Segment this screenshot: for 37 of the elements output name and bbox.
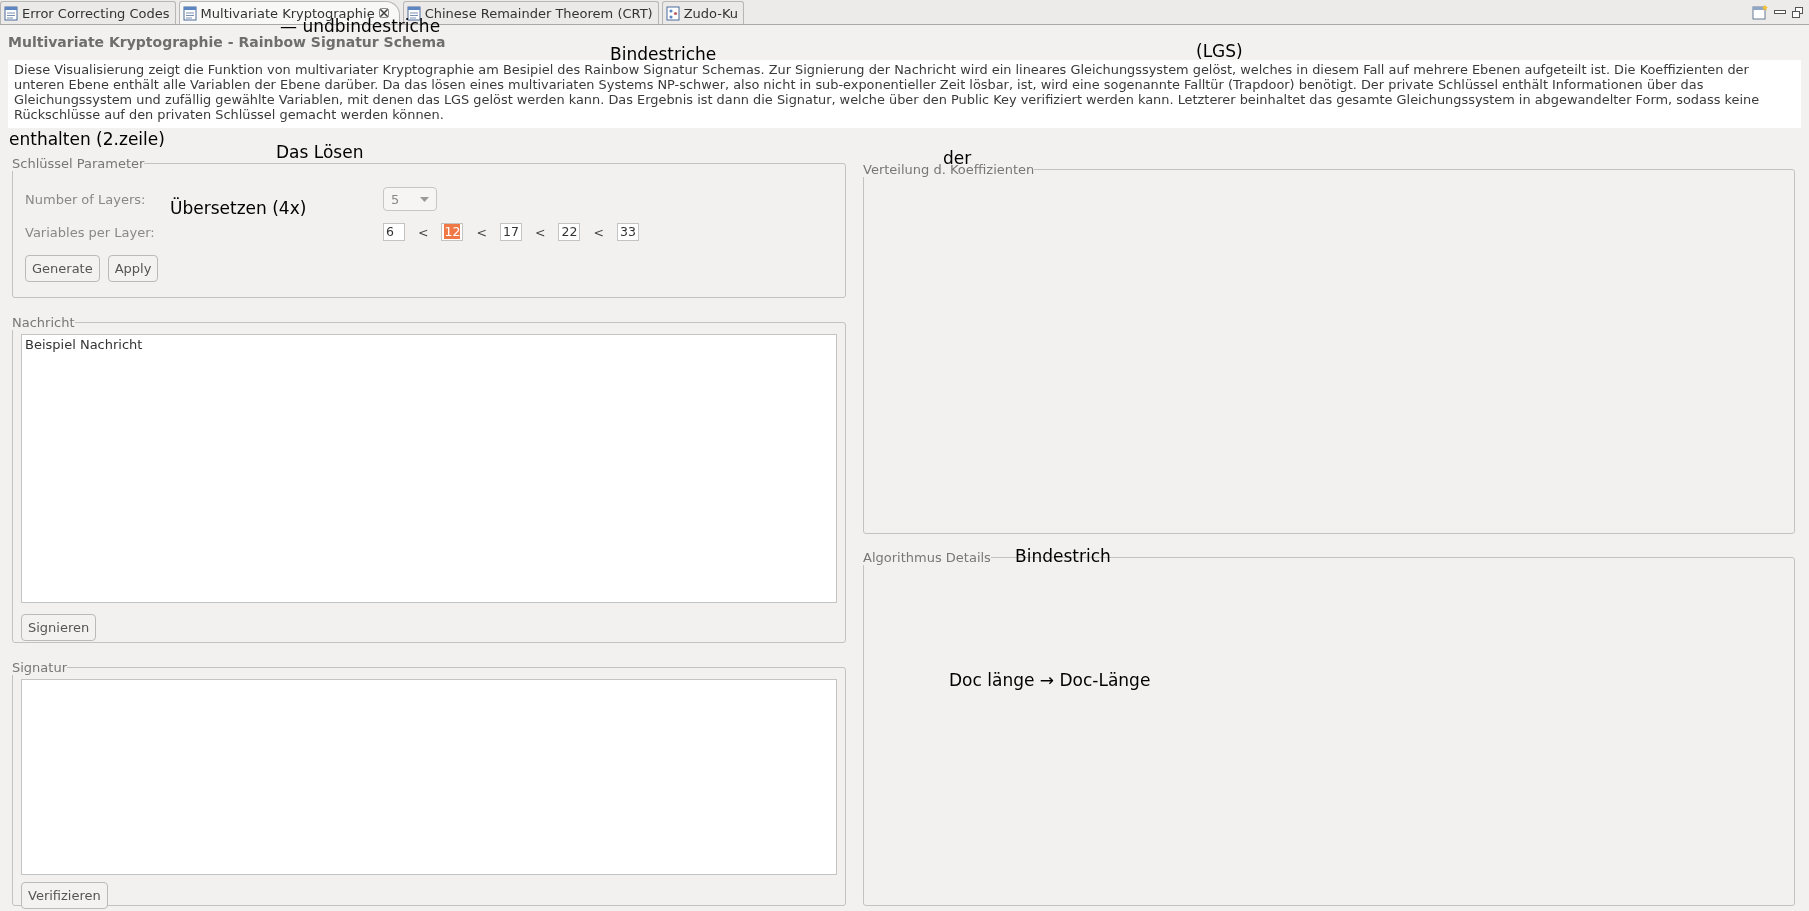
group-title: Algorithmus Details [863,550,991,565]
group-title: Nachricht [12,315,75,330]
close-icon[interactable] [378,8,389,18]
key-button[interactable]: Apply [107,255,159,282]
document-icon [182,5,197,21]
signature-field[interactable] [21,679,837,875]
annotation-note: enthalten (2.zeile) [9,129,165,149]
minimize-icon[interactable] [1774,8,1786,16]
document-icon [4,5,18,21]
message-field[interactable]: Beispiel Nachricht [21,334,837,603]
annotation-note: (LGS) [1196,41,1243,61]
grid-icon [665,5,680,21]
annotation-note: Doc länge → Doc-Länge [949,670,1151,690]
field-label: Number of Layers: [25,191,146,207]
group-title: Schlüssel Parameter [12,156,145,171]
description-text: Diese Visualisierung zeigt die Funktion von multivariater Kryptographie am Besipiel des Rainbow Signatur Schemas. Zur Signierung der Nachricht wird ein lineares Gleichungssystem gelöst, welches in diesem Fall auf mehrere Ebenen aufgeteilt ist. Die Koeffizienten der unteren Ebene enthält alle Variablen der Ebene darüber. Da das lösen eines multivariaten Systems NP-schwer, also nicht in sub-exponentieller Zeit lösbar, ist, wird eine sogenannte Falltür (Trapdoor) benötigt. Der private Schlüssel enthält Informationen über das Gleichungssystem und zufällig gewählte Variablen, mit denen das LGS gelöst werden kann. Das Ergebnis ist dann die Signatur, welche über den Public Key verifiziert werden kann. Letzterer beinhaltet das gesamte Gleichungssystem in abgewandelter Form, sodass keine Rückschlüsse auf den privaten Schlüssel gemacht werden können. [8,60,1801,128]
key-button[interactable]: Generate [25,255,100,282]
variable-field[interactable]: 6 [383,223,405,241]
tab[interactable]: Zudo-Ku [661,1,745,24]
annotation-note: Das Lösen [276,142,364,162]
variable-field[interactable]: 22 [558,223,581,241]
sign-button[interactable]: Signieren [21,614,97,641]
less-than-sign: < [534,224,546,240]
variable-field[interactable]: 33 [616,223,639,241]
less-than-sign: < [476,224,487,240]
view-title: Multivariate Kryptographie - Rainbow Signatur Schema [8,34,446,52]
restore-icon[interactable] [1792,6,1803,18]
annotation-note: Übersetzen (4x) [170,198,307,218]
less-than-sign: < [593,224,604,240]
group-title: Signatur [12,660,67,675]
annotation-note: Bindestrich [1015,546,1111,566]
verify-button[interactable]: Verifizieren [21,882,108,909]
less-than-sign: < [418,224,429,240]
dropdown-arrow-icon [420,196,429,202]
tab[interactable]: Error Correcting Codes [0,1,176,24]
field-label: Variables per Layer: [25,224,155,240]
variable-field[interactable]: 17 [499,223,522,241]
